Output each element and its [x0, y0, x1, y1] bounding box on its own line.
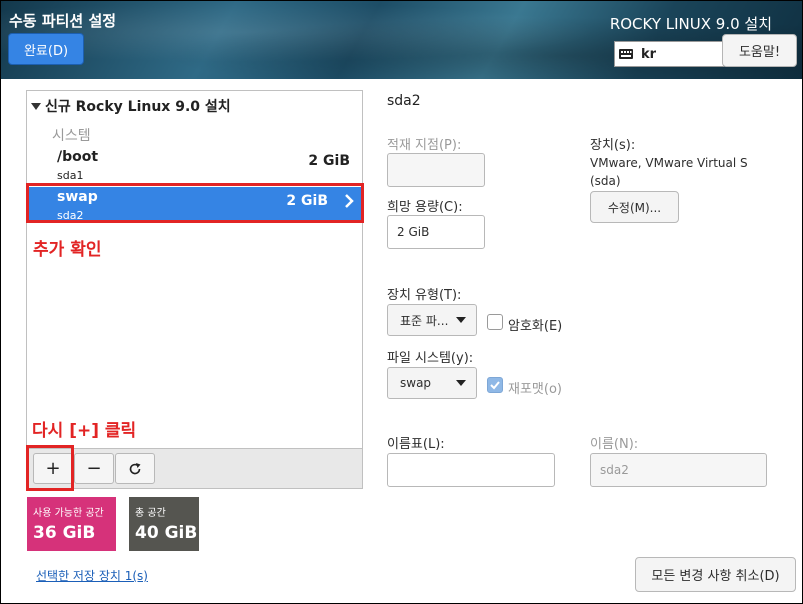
- product-title: ROCKY LINUX 9.0 설치: [609, 15, 772, 33]
- checkmark-icon: [490, 381, 500, 390]
- dropdown-arrow-icon: [456, 380, 466, 386]
- encrypt-label: 암호화(E): [508, 319, 563, 334]
- filesystem-label: 파일 시스템(y):: [387, 351, 474, 366]
- available-space-label: 사용 가능한 공간: [33, 508, 104, 519]
- available-space-value: 36 GiB: [33, 523, 96, 543]
- device-description: VMware, VMware Virtual S (sda): [590, 154, 748, 190]
- mount-point-input[interactable]: [387, 153, 485, 187]
- reformat-label: 재포맷(o): [508, 382, 562, 397]
- keyboard-icon: [619, 49, 633, 59]
- done-button[interactable]: 완료(D): [8, 33, 84, 65]
- total-space-value: 40 GiB: [135, 523, 198, 543]
- device-description-line1: VMware, VMware Virtual S: [590, 156, 748, 170]
- header-bar: 수동 파티션 설정 완료(D) ROCKY LINUX 9.0 설치 kr 도움…: [1, 1, 802, 79]
- mount-point-label: 적재 지점(P):: [387, 138, 462, 153]
- annotation-add-note: 다시 [+] 클릭: [32, 421, 137, 441]
- device-description-line2: (sda): [590, 174, 621, 188]
- collapse-triangle-icon: [31, 102, 41, 110]
- system-section-label: 시스템: [52, 128, 91, 144]
- partition-row-boot[interactable]: /boot sda1 2 GiB: [27, 147, 362, 185]
- filesystem-value: swap: [400, 376, 432, 390]
- filesystem-dropdown[interactable]: swap: [387, 367, 477, 399]
- partition-name: /boot: [57, 149, 99, 165]
- selected-devices-link[interactable]: 선택한 저장 장치 1(s): [36, 567, 148, 584]
- partition-device: sda1: [57, 169, 84, 182]
- total-space-tile: 총 공간 40 GiB: [129, 497, 199, 551]
- name-input[interactable]: sda2: [590, 453, 767, 487]
- keyboard-layout-value: kr: [641, 46, 657, 62]
- keyboard-layout-indicator[interactable]: kr: [614, 41, 724, 67]
- name-field-label: 이름(N):: [590, 437, 639, 452]
- encrypt-checkbox[interactable]: [487, 314, 503, 330]
- device-label: 장치(s):: [590, 138, 636, 153]
- refresh-button[interactable]: [115, 453, 155, 484]
- remove-partition-button[interactable]: −: [74, 453, 114, 484]
- refresh-icon: [129, 462, 141, 474]
- total-space-label: 총 공간: [135, 508, 166, 519]
- desired-capacity-input[interactable]: 2 GiB: [387, 215, 485, 249]
- annotation-swap-note: 추가 확인: [33, 240, 102, 260]
- device-type-dropdown[interactable]: 표준 파...: [387, 304, 477, 336]
- reset-all-button[interactable]: 모든 변경 사항 취소(D): [635, 557, 796, 592]
- selected-partition-title: sda2: [387, 93, 421, 109]
- annotation-highlight-swap: [26, 183, 364, 223]
- partition-size: 2 GiB: [308, 153, 350, 169]
- desired-capacity-label: 희망 용량(C):: [387, 200, 463, 215]
- install-group-header[interactable]: 신규 Rocky Linux 9.0 설치: [31, 96, 231, 116]
- help-button[interactable]: 도움말!: [722, 34, 797, 67]
- reformat-checkbox[interactable]: [487, 377, 503, 393]
- device-type-value: 표준 파...: [400, 313, 449, 328]
- page-title: 수동 파티션 설정: [9, 12, 117, 30]
- install-group-title: 신규 Rocky Linux 9.0 설치: [45, 99, 231, 115]
- device-type-label: 장치 유형(T):: [387, 288, 462, 303]
- dropdown-arrow-icon: [456, 317, 466, 323]
- label-field-label: 이름표(L):: [387, 437, 445, 452]
- modify-device-button[interactable]: 수정(M)...: [590, 191, 679, 223]
- label-input[interactable]: [387, 453, 555, 487]
- partition-toolbar: + −: [26, 448, 363, 489]
- annotation-highlight-add: [26, 445, 74, 491]
- available-space-tile: 사용 가능한 공간 36 GiB: [27, 497, 116, 551]
